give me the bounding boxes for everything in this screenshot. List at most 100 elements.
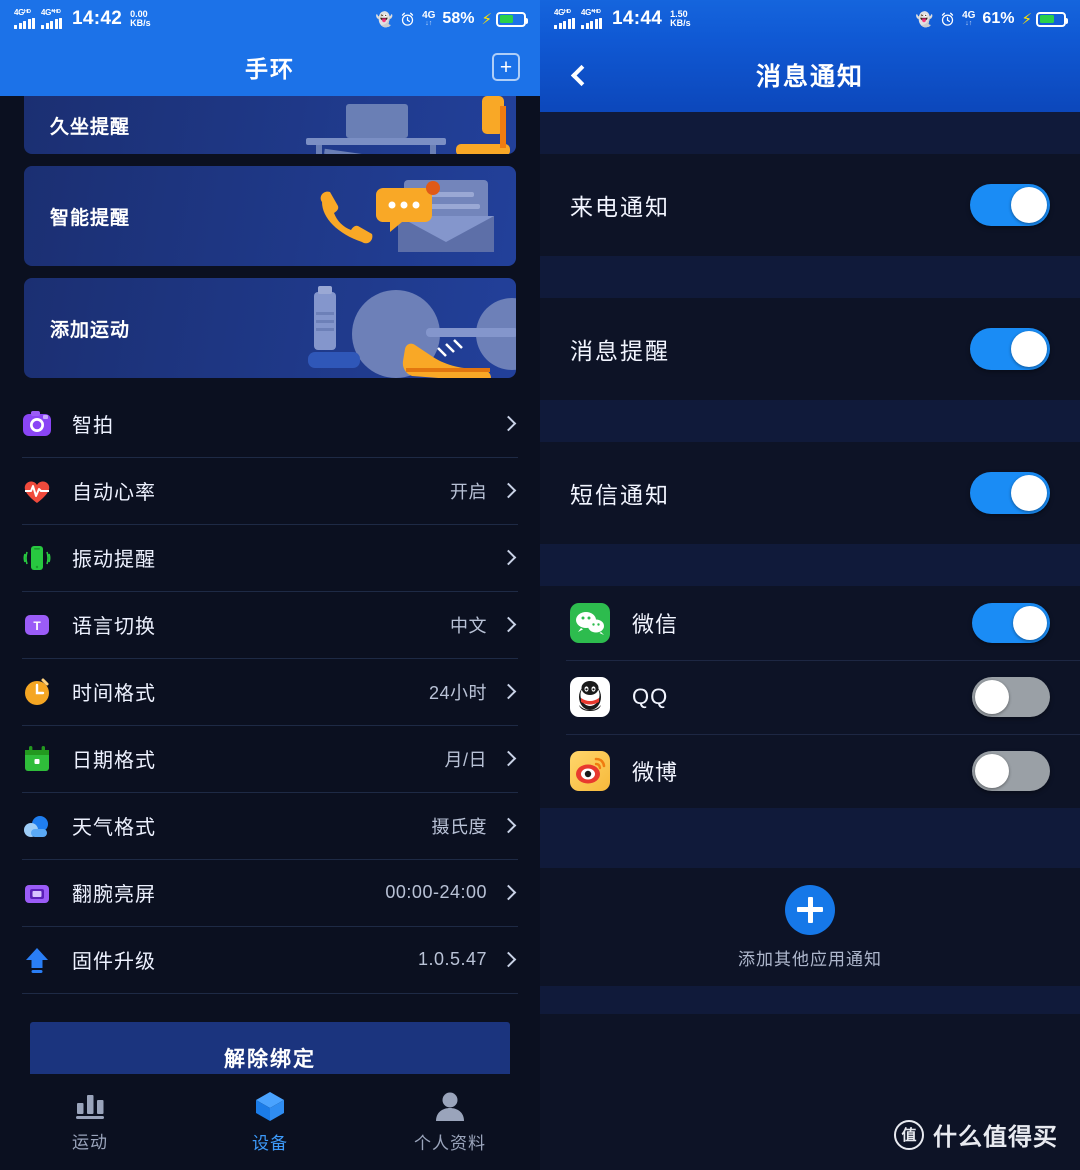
sim2-signal: 4G*ᴴᴰ: [581, 9, 602, 29]
app-row-qq[interactable]: QQ: [540, 660, 1080, 734]
left-scroll-body[interactable]: 久坐提醒 智能提醒 添加运动 智拍 自动心率 开启 振动提醒 T 语言切换 中文…: [0, 96, 540, 1074]
toggle-sms[interactable]: [970, 472, 1050, 514]
status-left-group: 4Gᴴᴰ 4G*ᴴᴰ 14:42 0.00 KB/s: [14, 8, 151, 30]
toggle-message-alert[interactable]: [970, 328, 1050, 370]
list-bottom-divider: [22, 993, 518, 994]
sim1-signal: 4Gᴴᴰ: [554, 9, 575, 29]
list-item-label: 时间格式: [72, 683, 156, 705]
list-item-weather-format[interactable]: 天气格式 摄氏度: [0, 792, 540, 859]
list-item-label: 振动提醒: [72, 549, 156, 571]
battery-percent: 61%: [982, 10, 1015, 27]
section-gap: [540, 400, 1080, 442]
list-item-auto-heart-rate[interactable]: 自动心率 开启: [0, 457, 540, 524]
sim2-signal-bars-icon: [581, 18, 602, 29]
list-item-date-format[interactable]: 日期格式 月/日: [0, 725, 540, 792]
unbind-device-button[interactable]: 解除绑定: [30, 1022, 510, 1074]
section-gap: [540, 808, 1080, 868]
list-item-value: 开启: [450, 481, 487, 502]
toggle-qq[interactable]: [972, 677, 1050, 717]
list-item-raise-to-wake[interactable]: 翻腕亮屏 00:00-24:00: [0, 859, 540, 926]
mobile-data-arrows: ↓↑: [965, 20, 973, 27]
list-item-language[interactable]: T 语言切换 中文: [0, 591, 540, 658]
card-sedentary-reminder[interactable]: 久坐提醒: [24, 96, 516, 154]
app-name: 微信: [632, 612, 679, 637]
app-row-wechat[interactable]: 微信: [540, 586, 1080, 660]
app-name: QQ: [632, 684, 669, 709]
card-title: 智能提醒: [50, 207, 131, 229]
list-item-value: 1.0.5.47: [417, 949, 487, 969]
chevron-right-icon: [500, 549, 517, 566]
list-item-vibration-reminder[interactable]: 振动提醒: [0, 524, 540, 591]
section-gap: [540, 112, 1080, 154]
list-item-firmware-upgrade[interactable]: 固件升级 1.0.5.47: [0, 926, 540, 993]
section-gap: [540, 256, 1080, 298]
chevron-right-icon: [500, 683, 517, 700]
camera-icon: [22, 409, 52, 439]
add-other-app-block[interactable]: 添加其他应用通知: [540, 868, 1080, 986]
right-scroll-body[interactable]: 来电通知 消息提醒 短信通知 微信 QQ 微博 添加其他应用通知: [540, 112, 1080, 1170]
bluetooth-icon: 👻: [915, 11, 934, 27]
left-screen-band-settings: 4Gᴴᴰ 4G*ᴴᴰ 14:42 0.00 KB/s 👻 4G ↓↑ 58% ⚡…: [0, 0, 540, 1170]
weibo-icon: [570, 751, 610, 791]
sim2-network-tag: 4G*ᴴᴰ: [581, 8, 601, 17]
add-other-app-label: 添加其他应用通知: [738, 949, 882, 969]
tab-profile[interactable]: 个人资料: [360, 1090, 540, 1154]
alarm-icon: [401, 12, 414, 26]
tab-label: 运动: [72, 1133, 108, 1152]
back-button[interactable]: [562, 58, 596, 92]
setting-row-message-alert[interactable]: 消息提醒: [540, 298, 1080, 400]
app-name: 微博: [632, 760, 679, 785]
sim1-network-tag: 4Gᴴᴰ: [14, 8, 31, 17]
toggle-incoming-call[interactable]: [970, 184, 1050, 226]
app-row-weibo[interactable]: 微博: [540, 734, 1080, 808]
toggle-wechat[interactable]: [972, 603, 1050, 643]
sim1-signal-bars-icon: [14, 18, 35, 29]
person-icon: [436, 1092, 464, 1121]
back-chevron-icon: [570, 64, 593, 86]
status-right-group: 👻 4G ↓↑ 61% ⚡: [915, 10, 1068, 28]
network-speed: 1.50 KB/s: [670, 9, 691, 29]
watermark-text: 什么值得买: [933, 1124, 1058, 1151]
plus-circle-icon[interactable]: [785, 884, 835, 935]
charging-bolt-icon: ⚡: [1021, 11, 1031, 28]
card-add-workout[interactable]: 添加运动: [24, 278, 516, 378]
page-title: 消息通知: [755, 63, 864, 91]
setting-row-sms[interactable]: 短信通知: [540, 442, 1080, 544]
battery-percent: 58%: [442, 10, 475, 27]
heart-rate-icon: [22, 476, 52, 506]
card-smart-reminder[interactable]: 智能提醒: [24, 166, 516, 266]
sim2-network-tag: 4G*ᴴᴰ: [41, 8, 61, 17]
battery-icon: [1036, 11, 1068, 27]
list-item-label: 语言切换: [72, 616, 156, 638]
add-device-button[interactable]: +: [492, 53, 520, 81]
left-status-bar: 4Gᴴᴰ 4G*ᴴᴰ 14:42 0.00 KB/s 👻 4G ↓↑ 58% ⚡: [0, 0, 540, 38]
tab-device[interactable]: 设备: [180, 1090, 360, 1154]
alarm-icon: [941, 12, 954, 26]
phone-message-envelope-illustration: [320, 180, 494, 252]
tab-label: 个人资料: [414, 1134, 486, 1153]
list-item-label: 天气格式: [72, 817, 156, 839]
tab-sports[interactable]: 运动: [0, 1091, 180, 1153]
charging-bolt-icon: ⚡: [481, 11, 491, 28]
right-app-header: 消息通知: [540, 38, 1080, 112]
settings-list: 智拍 自动心率 开启 振动提醒 T 语言切换 中文 时间格式 24小时 日期格式…: [0, 390, 540, 994]
network-speed-unit: KB/s: [130, 18, 151, 28]
chevron-right-icon: [500, 616, 517, 633]
section-gap: [540, 544, 1080, 586]
mobile-data-icon: 4G ↓↑: [422, 11, 435, 28]
list-item-value: 00:00-24:00: [385, 882, 487, 902]
watermark-badge-icon: 值: [894, 1119, 924, 1150]
setting-row-incoming-call[interactable]: 来电通知: [540, 154, 1080, 256]
list-item-smart-camera[interactable]: 智拍: [0, 390, 540, 457]
bottom-tab-bar: 运动 设备 个人资料: [0, 1074, 540, 1170]
page-title: 手环: [245, 56, 295, 82]
battery-icon: [496, 11, 528, 27]
list-item-label: 翻腕亮屏: [72, 884, 156, 906]
toggle-weibo[interactable]: [972, 751, 1050, 791]
list-item-label: 自动心率: [72, 482, 156, 504]
section-gap: [540, 986, 1080, 1014]
translate-icon: T: [22, 610, 52, 640]
chevron-right-icon: [500, 884, 517, 901]
list-item-time-format[interactable]: 时间格式 24小时: [0, 658, 540, 725]
clock-icon: [22, 677, 52, 707]
